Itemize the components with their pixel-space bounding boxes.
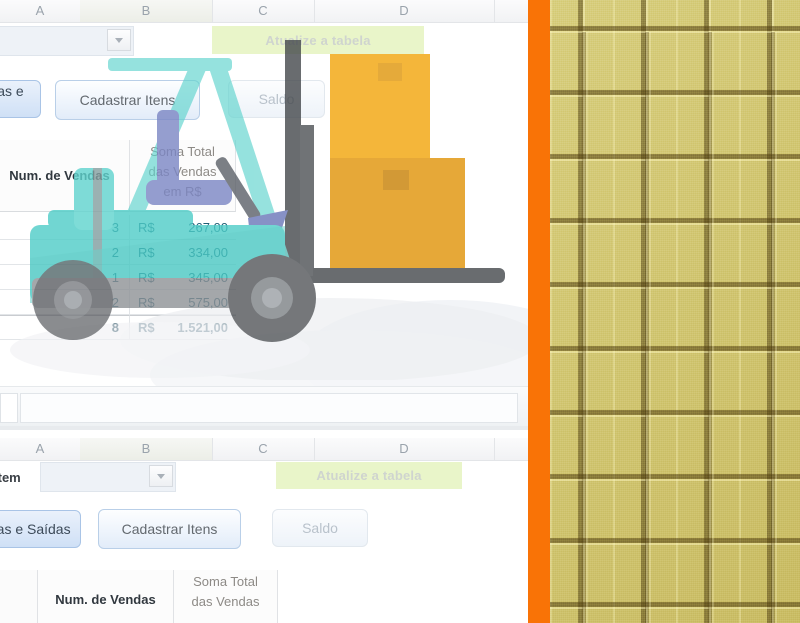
table-row[interactable]: R$ 575,00 [130, 290, 236, 315]
table-row[interactable]: 1 [0, 265, 130, 290]
table-header-rowlabel-bottom [0, 570, 38, 623]
item-combobox-bottom[interactable] [40, 462, 176, 492]
amount-value: 1.521,00 [177, 320, 228, 335]
table-row[interactable]: R$ 334,00 [130, 240, 236, 265]
table-row[interactable]: R$ 267,00 [130, 215, 236, 240]
column-header-b[interactable]: B [80, 438, 213, 460]
column-header-row-bottom: A B C D [0, 438, 528, 461]
button-entradas-saidas-bottom[interactable]: Entradas e Saídas [0, 510, 81, 548]
soma-line-1: Soma Total [193, 574, 258, 589]
table-header-num-vendas-bottom: Num. de Vendas [38, 570, 174, 623]
formula-bar-band [0, 386, 528, 427]
button-entradas-saidas-top[interactable]: Entradas e Saídas [0, 80, 41, 118]
currency-symbol: R$ [138, 219, 155, 235]
currency-symbol: R$ [138, 320, 155, 335]
name-box[interactable] [0, 393, 18, 423]
soma-line-1: Soma Total [150, 144, 215, 159]
table-total-num: 8 [0, 315, 130, 340]
column-header-a[interactable]: A [0, 0, 81, 22]
column-header-b[interactable]: B [80, 0, 213, 22]
table-row[interactable]: R$ 345,00 [130, 265, 236, 290]
column-header-row-top: A B C D [0, 0, 528, 23]
tile-texture-panel [550, 0, 800, 623]
item-combobox-top[interactable] [0, 26, 134, 56]
screenshot-root: A B C D Atualize a tabela Entradas e Saí… [0, 0, 800, 623]
column-header-c[interactable]: C [212, 0, 315, 22]
table-row[interactable]: 3 [0, 215, 130, 240]
table-header-soma-total-top: Soma Total das Vendas em R$ [130, 140, 236, 212]
currency-symbol: R$ [138, 244, 155, 260]
button-saldo-top[interactable]: Saldo [228, 80, 325, 118]
amount-value: 334,00 [188, 244, 228, 260]
column-header-a[interactable]: A [0, 438, 81, 460]
column-header-d[interactable]: D [314, 0, 495, 22]
button-cadastrar-itens-bottom[interactable]: Cadastrar Itens [98, 509, 241, 549]
amount-value: 345,00 [188, 269, 228, 285]
update-table-cell-bottom[interactable]: Atualize a tabela [276, 462, 462, 489]
soma-line-2: das Vendas [148, 164, 217, 180]
button-saldo-bottom[interactable]: Saldo [272, 509, 368, 547]
table-header-num-vendas-top: Num. de Vendas [0, 140, 130, 212]
table-row[interactable]: 2 [0, 240, 130, 265]
orange-divider [528, 0, 550, 623]
spreadsheet-top-blurred: A B C D Atualize a tabela Entradas e Saí… [0, 0, 528, 430]
table-row[interactable]: 2 [0, 290, 130, 315]
chevron-down-icon[interactable] [149, 465, 173, 487]
soma-line-2: das Vendas [191, 594, 260, 610]
amount-value: 575,00 [188, 294, 228, 310]
column-header-d[interactable]: D [314, 438, 495, 460]
tile-noise-overlay [550, 0, 800, 623]
currency-symbol: R$ [138, 294, 155, 310]
table-total-amount: R$ 1.521,00 [130, 315, 236, 340]
chevron-down-icon[interactable] [107, 29, 131, 51]
soma-line-3: em R$ [163, 184, 202, 200]
currency-symbol: R$ [138, 269, 155, 285]
column-header-c[interactable]: C [212, 438, 315, 460]
button-cadastrar-itens-top[interactable]: Cadastrar Itens [55, 80, 200, 120]
formula-input[interactable] [20, 393, 518, 423]
amount-value: 267,00 [188, 219, 228, 235]
update-table-cell-top[interactable]: Atualize a tabela [212, 26, 424, 54]
spreadsheet-bottom: A B C D Item Atualize a tabela Entradas … [0, 430, 528, 623]
table-header-soma-total-bottom: Soma Total das Vendas [174, 570, 278, 623]
